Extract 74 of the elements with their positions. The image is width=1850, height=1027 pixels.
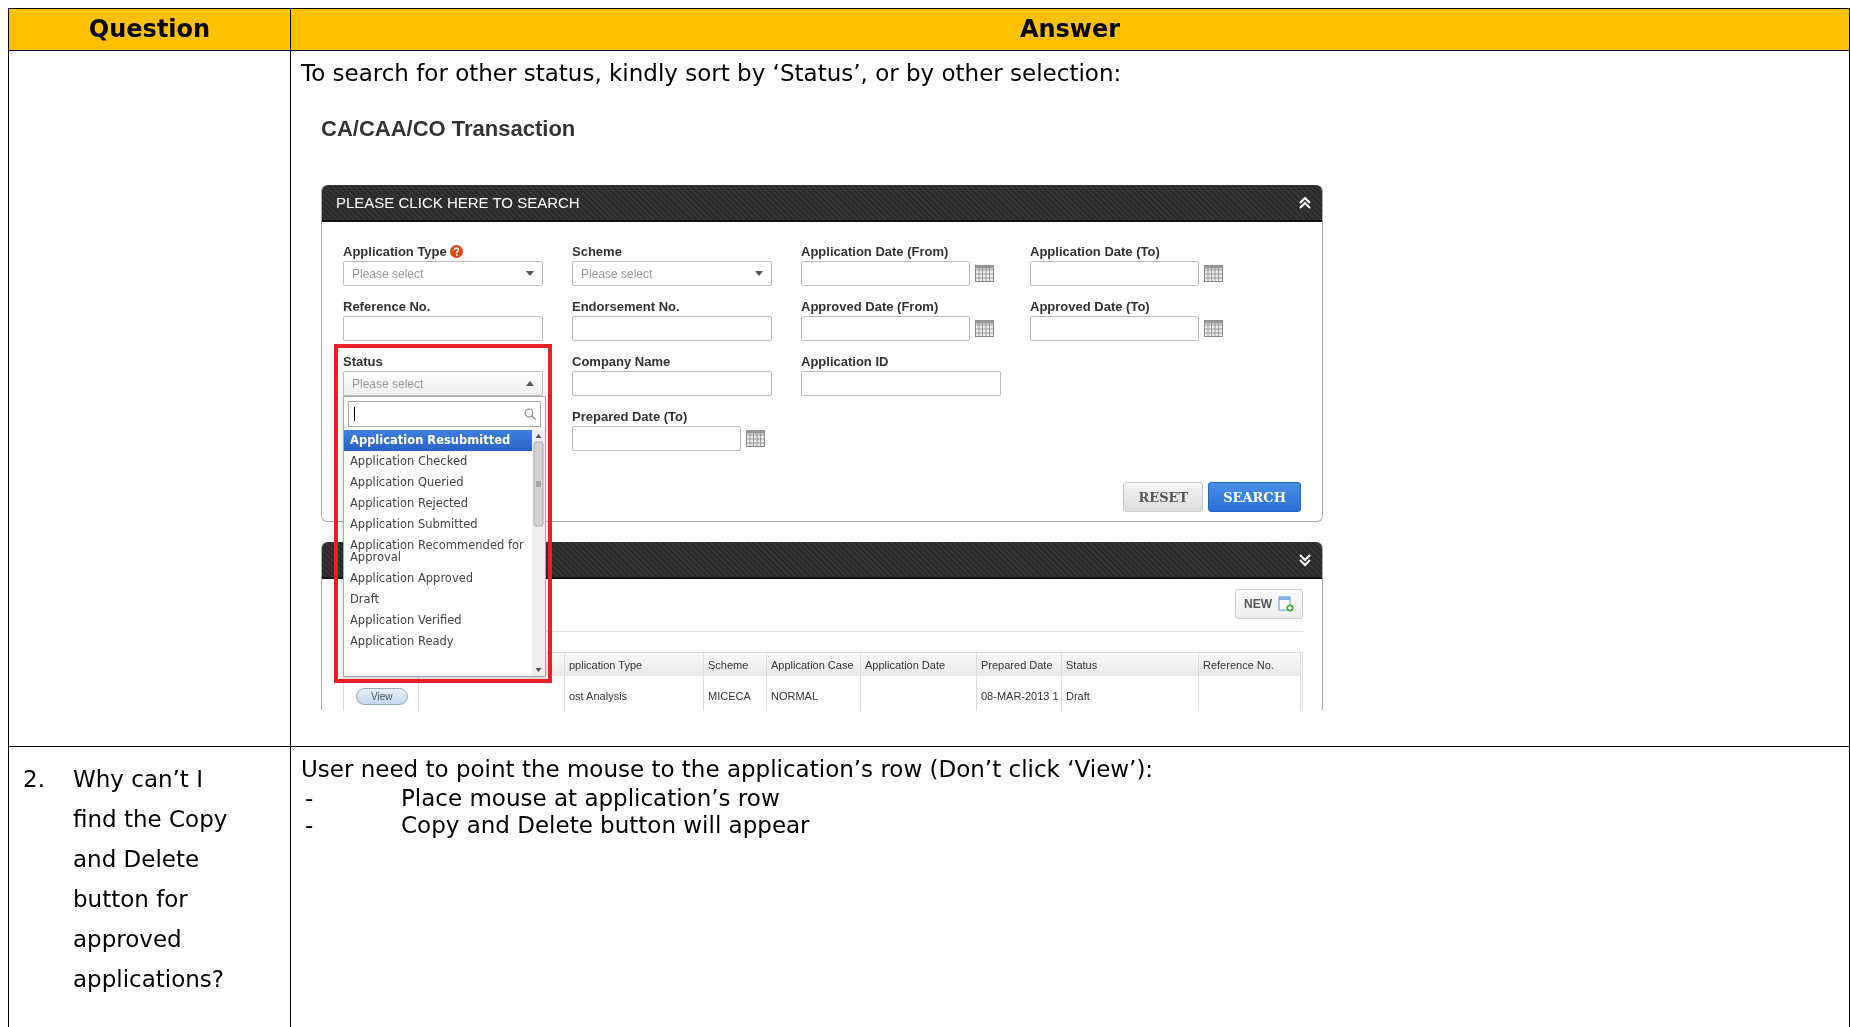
dropdown-option[interactable]: Application Resubmitted: [344, 430, 532, 451]
calendar-icon[interactable]: [1204, 320, 1223, 337]
panel-header[interactable]: PLEASE CLICK HERE TO SEARCH: [322, 185, 1322, 222]
field-label: Application Type: [343, 244, 447, 259]
field-label: Approved Date (To): [1030, 299, 1150, 314]
dropdown-option[interactable]: Application Recommended for Approval: [344, 535, 532, 568]
column-header: Answer: [291, 9, 1850, 51]
date-field[interactable]: [572, 426, 741, 451]
view-button[interactable]: View: [356, 687, 408, 705]
field-label: Endorsement No.: [572, 299, 680, 314]
calendar-icon[interactable]: [975, 320, 994, 337]
table-cell: NORMAL: [767, 676, 861, 710]
calendar-icon[interactable]: [1204, 265, 1223, 282]
table-header: Prepared Date: [977, 653, 1062, 676]
calendar-icon[interactable]: [746, 430, 765, 447]
answer-text: To search for other status, kindly sort by ‘Status’, or by other selection:: [301, 59, 1123, 88]
table-header: Status: [1062, 653, 1199, 676]
column-header: Question: [9, 9, 291, 51]
search-field[interactable]: [348, 401, 541, 427]
bullet-marker: -: [304, 785, 315, 812]
dropdown-option[interactable]: Application Checked: [344, 451, 532, 472]
add-document-icon: [1278, 596, 1294, 612]
table-header: pplication Type: [565, 653, 704, 676]
caret-icon: [526, 271, 534, 276]
field-label: Status: [343, 354, 383, 369]
date-field[interactable]: [801, 261, 970, 286]
calendar-icon[interactable]: [975, 265, 994, 282]
caret-icon: [755, 271, 763, 276]
dropdown-option[interactable]: Application Ready: [344, 631, 532, 652]
field-label: Reference No.: [343, 299, 431, 314]
table-cell: Draft: [1062, 676, 1199, 710]
dropdown-option[interactable]: Application Submitted: [344, 514, 532, 535]
dropdown-option[interactable]: Application Rejected: [344, 493, 532, 514]
date-field[interactable]: [1030, 261, 1199, 286]
bullet-text: Copy and Delete button will appear: [401, 812, 810, 839]
table-header: Application Case: [767, 653, 861, 676]
text-field[interactable]: [343, 316, 543, 341]
expand-icon[interactable]: [1298, 552, 1312, 567]
text-field[interactable]: [572, 371, 772, 396]
answer-text: User need to point the mouse to the application’s row (Don’t click ‘View’):: [301, 755, 1155, 784]
dropdown-option[interactable]: Application Queried: [344, 472, 532, 493]
text-field[interactable]: [572, 316, 772, 341]
field-label: Application Date (From): [801, 244, 949, 259]
question-number: 2.: [23, 765, 46, 794]
search-icon: [524, 408, 536, 420]
dropdown-option[interactable]: Draft: [344, 589, 532, 610]
table-cell: ost Analysis: [565, 676, 704, 710]
field-label: Scheme: [572, 244, 622, 259]
field-label: Application Date (To): [1030, 244, 1160, 259]
dropdown-option[interactable]: Application Approved: [344, 568, 532, 589]
bullet-marker: -: [304, 812, 315, 839]
caret-icon: [526, 381, 534, 386]
collapse-icon[interactable]: [1298, 195, 1312, 210]
page-title: CA/CAA/CO Transaction: [321, 116, 577, 142]
date-field[interactable]: [1030, 316, 1199, 341]
field-label: Application ID: [801, 354, 889, 369]
date-field[interactable]: [801, 316, 970, 341]
table-header: Reference No.: [1199, 653, 1301, 676]
new-button[interactable]: NEW: [1235, 589, 1303, 619]
help-icon[interactable]: [449, 245, 463, 258]
field-label: Prepared Date (To): [572, 409, 688, 424]
field-label: Approved Date (From): [801, 299, 939, 314]
table-header: Application Date: [861, 653, 977, 676]
search-button[interactable]: SEARCH: [1208, 482, 1301, 512]
text-field[interactable]: [801, 371, 1001, 396]
table-cell: MICECA: [704, 676, 767, 710]
reset-button[interactable]: RESET: [1123, 482, 1204, 512]
dropdown-option[interactable]: Application Verified: [344, 610, 532, 631]
field-label: Company Name: [572, 354, 671, 369]
bullet-text: Place mouse at application’s row: [401, 785, 780, 812]
question-text: Why can’t I find the Copy and Delete button for approved applications?: [73, 765, 229, 994]
scrollbar[interactable]: [532, 430, 545, 676]
table-cell: 08-MAR-2013 1: [977, 676, 1062, 710]
table-header: Scheme: [704, 653, 767, 676]
